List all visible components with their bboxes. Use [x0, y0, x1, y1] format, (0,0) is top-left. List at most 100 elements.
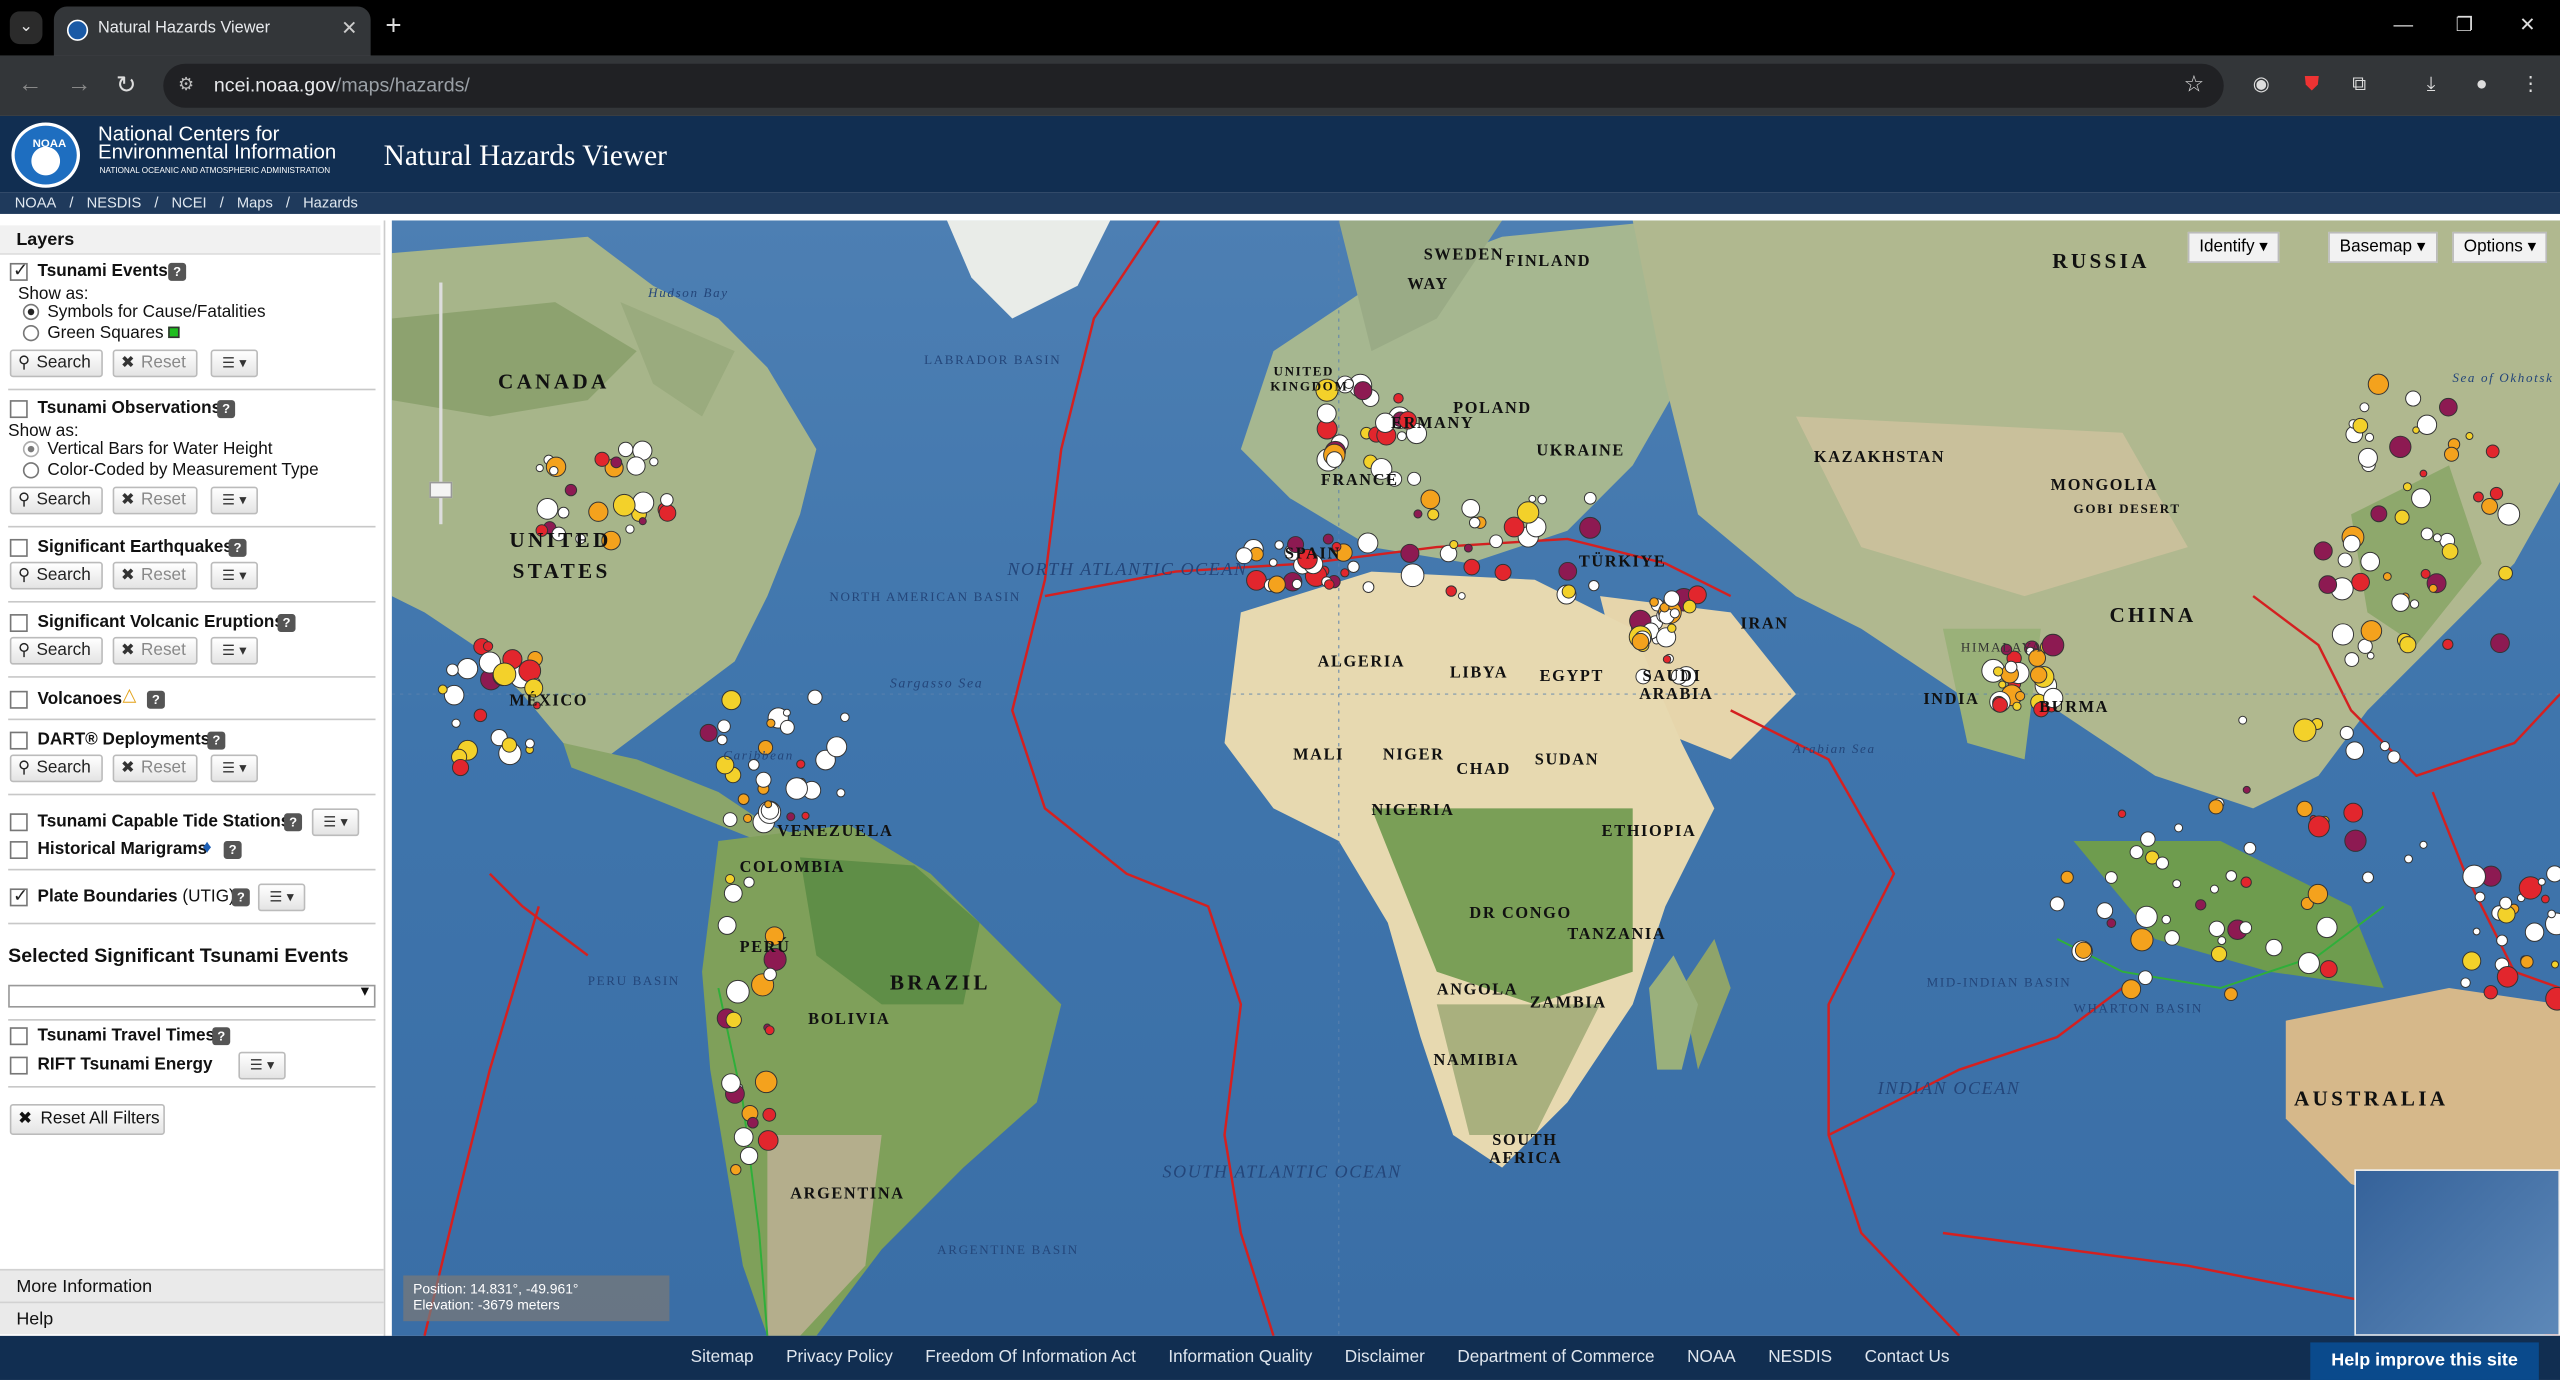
ublock-icon[interactable]: ⛊: [2299, 72, 2325, 98]
tab-search-button[interactable]: ⌄: [9, 11, 43, 45]
symbols-radio[interactable]: [22, 303, 40, 321]
tsunami-event-marker[interactable]: [2409, 599, 2420, 609]
tsunami-event-marker[interactable]: [721, 690, 742, 711]
tsunami-event-marker[interactable]: [1489, 534, 1503, 549]
tsunami-event-marker[interactable]: [743, 876, 755, 888]
tsunami-event-marker[interactable]: [1246, 569, 1267, 591]
vertical-bars-radio[interactable]: [22, 440, 40, 458]
tsunami-event-marker[interactable]: [2296, 800, 2313, 818]
tsunami-event-marker[interactable]: [1663, 590, 1681, 607]
breadcrumb-maps[interactable]: Maps: [237, 194, 273, 210]
tsunami-events-reset-button[interactable]: ✖ Reset: [112, 349, 198, 378]
options-button[interactable]: Options ▾: [2452, 231, 2548, 263]
footer-link-commerce[interactable]: Department of Commerce: [1457, 1347, 1654, 1367]
tsunami-event-marker[interactable]: [2537, 877, 2546, 886]
tsunami-event-marker[interactable]: [754, 1070, 778, 1094]
tsunami-event-marker[interactable]: [2318, 575, 2338, 594]
tsunami-event-marker[interactable]: [1427, 508, 1440, 521]
tsunami-event-marker[interactable]: [801, 811, 810, 820]
legend-dropdown-button[interactable]: ☰ ▾: [210, 349, 258, 378]
tsunami-event-marker[interactable]: [549, 465, 559, 476]
tsunami-event-marker[interactable]: [451, 758, 470, 777]
tsunami-event-marker[interactable]: [2524, 922, 2545, 942]
tsunami-event-marker[interactable]: [2483, 985, 2498, 1000]
tsunami-event-marker[interactable]: [1324, 579, 1335, 590]
tsunami-event-marker[interactable]: [1561, 584, 1576, 599]
close-icon[interactable]: ✕: [341, 16, 357, 39]
breadcrumb-ncei[interactable]: NCEI: [172, 194, 207, 210]
tsunami-event-marker[interactable]: [2297, 952, 2320, 975]
tsunami-event-marker[interactable]: [2293, 718, 2317, 742]
tsunami-event-marker[interactable]: [2362, 871, 2374, 884]
reset-all-filters-button[interactable]: ✖ Reset All Filters: [9, 1103, 165, 1136]
tsunami-event-marker[interactable]: [1400, 543, 1420, 563]
tsunami-event-marker[interactable]: [2460, 977, 2471, 988]
tsunami-event-marker[interactable]: [2360, 620, 2383, 642]
address-bar[interactable]: ⚙ ncei.noaa.gov/maps/hazards/ ☆: [163, 63, 2224, 108]
tsunami-event-marker[interactable]: [1631, 632, 1650, 651]
tsunami-event-marker[interactable]: [1353, 381, 1373, 401]
tsunami-event-marker[interactable]: [2224, 987, 2238, 1002]
tsunami-event-marker[interactable]: [1579, 516, 1602, 539]
breadcrumb-noaa[interactable]: NOAA: [15, 194, 57, 210]
help-icon[interactable]: ?: [168, 262, 187, 281]
tsunami-event-marker[interactable]: [2135, 905, 2158, 928]
tsunami-event-marker[interactable]: [625, 524, 635, 534]
tsunami-event-marker[interactable]: [2344, 829, 2367, 852]
tsunami-event-marker[interactable]: [2195, 899, 2207, 911]
tsunami-event-marker[interactable]: [730, 1163, 742, 1176]
tsunami-event-marker[interactable]: [755, 771, 772, 788]
tsunami-event-marker[interactable]: [840, 712, 850, 723]
tsunami-event-marker[interactable]: [786, 812, 796, 822]
tsunami-event-marker[interactable]: [2441, 543, 2459, 560]
tsunami-event-marker[interactable]: [743, 813, 753, 823]
overview-map[interactable]: [2354, 1169, 2560, 1336]
tsunami-event-marker[interactable]: [2416, 414, 2438, 435]
tsunami-event-marker[interactable]: [1396, 431, 1407, 442]
forward-button[interactable]: →: [67, 70, 91, 98]
tsunami-event-marker[interactable]: [1413, 509, 1423, 519]
tsunami-event-marker[interactable]: [2238, 715, 2248, 725]
tsunami-event-marker[interactable]: [1267, 575, 1286, 594]
browser-tab[interactable]: Natural Hazards Viewer ✕: [53, 6, 371, 56]
tsunami-event-marker[interactable]: [757, 1130, 779, 1151]
help-icon[interactable]: ?: [217, 400, 236, 419]
tsunami-event-marker[interactable]: [1992, 697, 2008, 713]
tsunami-event-marker[interactable]: [2364, 432, 2375, 442]
tsunami-event-marker[interactable]: [1326, 451, 1343, 468]
earthquakes-reset-button[interactable]: ✖ Reset: [112, 561, 198, 590]
tsunami-event-marker[interactable]: [2030, 666, 2048, 684]
breadcrumb-hazards[interactable]: Hazards: [303, 194, 358, 210]
tsunami-event-marker[interactable]: [2345, 741, 2365, 760]
help-icon[interactable]: ?: [284, 813, 303, 832]
tsunami-event-marker[interactable]: [2389, 435, 2412, 459]
tsunami-event-marker[interactable]: [699, 723, 718, 742]
earthquakes-search-button[interactable]: ⚲ Search: [9, 561, 103, 590]
tsunami-event-marker[interactable]: [716, 734, 728, 746]
tsunami-event-marker[interactable]: [1274, 540, 1284, 550]
tsunami-event-marker[interactable]: [1322, 533, 1334, 545]
tsunami-event-marker[interactable]: [2474, 891, 2486, 903]
tsunami-event-marker[interactable]: [660, 493, 674, 507]
tsunami-event-marker[interactable]: [2405, 390, 2422, 407]
tsunami-event-marker[interactable]: [739, 1146, 759, 1166]
dart-checkbox[interactable]: [9, 731, 28, 750]
tsunami-event-marker[interactable]: [2164, 930, 2180, 946]
tsunami-event-marker[interactable]: [2313, 541, 2333, 561]
tsunami-event-marker[interactable]: [725, 873, 736, 884]
tsunami-event-marker[interactable]: [2379, 741, 2390, 752]
tsunami-event-marker[interactable]: [2104, 871, 2118, 884]
tsunami-event-marker[interactable]: [763, 967, 777, 982]
tsunami-event-marker[interactable]: [1494, 563, 1512, 581]
tsunami-event-marker[interactable]: [2240, 876, 2252, 888]
tsunami-event-marker[interactable]: [2243, 841, 2257, 855]
legend-dropdown-button[interactable]: ☰ ▾: [311, 808, 360, 837]
tsunami-event-marker[interactable]: [733, 1127, 754, 1147]
tsunami-event-marker[interactable]: [1583, 491, 1597, 505]
tsunami-event-marker[interactable]: [473, 708, 488, 723]
tsunami-event-marker[interactable]: [785, 777, 808, 800]
tsunami-event-marker[interactable]: [2316, 916, 2338, 939]
tsunami-event-marker[interactable]: [2547, 909, 2556, 919]
selected-events-select[interactable]: [8, 983, 376, 1008]
tsunami-event-marker[interactable]: [649, 457, 659, 467]
